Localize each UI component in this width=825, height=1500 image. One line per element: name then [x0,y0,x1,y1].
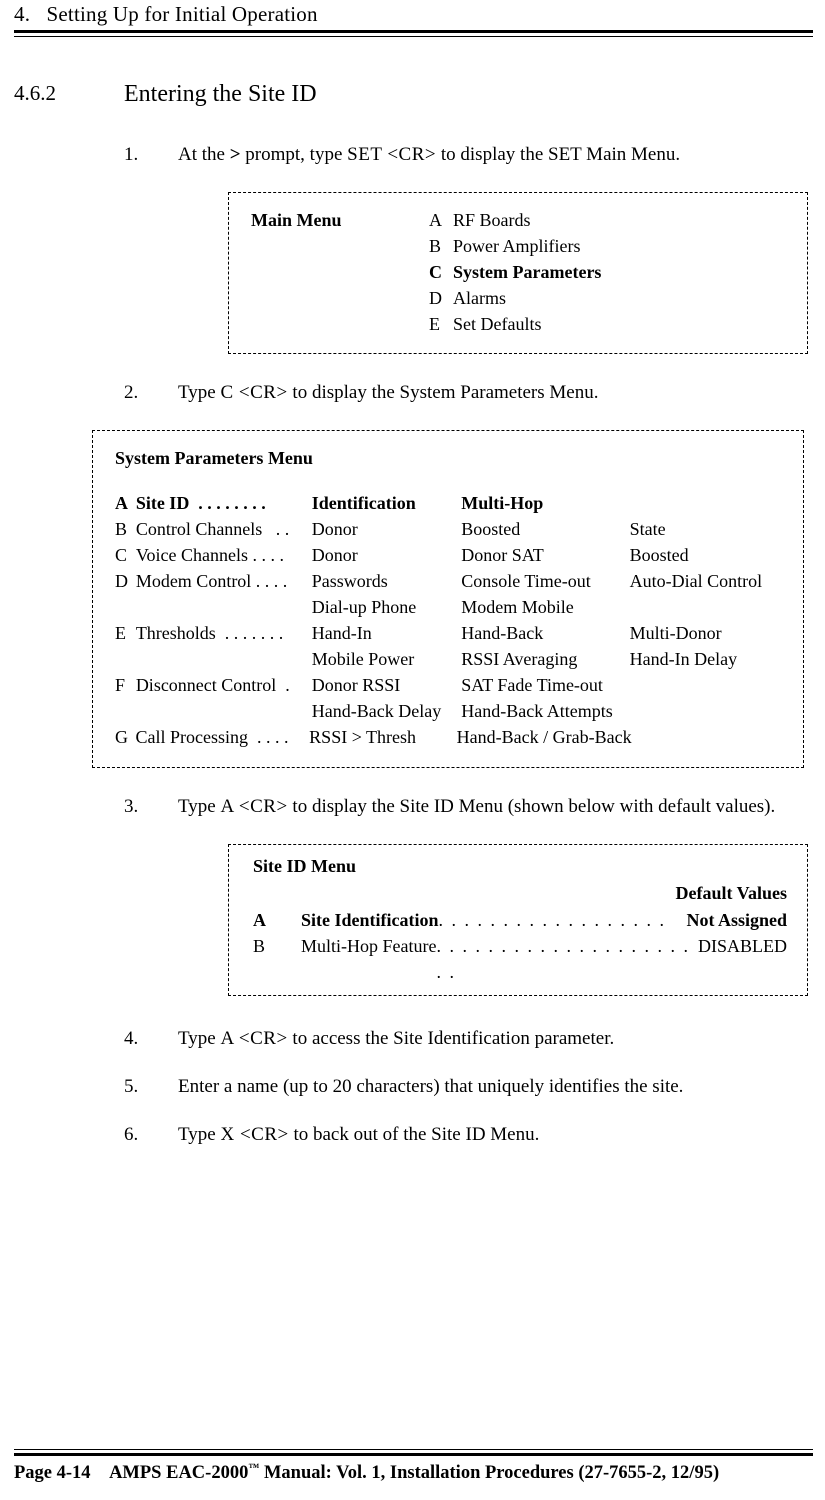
section-number: 4.6.2 [14,81,124,108]
step-num: 2. [124,382,178,404]
steps-list: 2. Type C <CR> to display the System Par… [124,382,813,404]
siteid-row: ASite Identification . . . . . . . . . .… [253,907,787,933]
step-2: 2. Type C <CR> to display the System Par… [124,382,813,404]
main-menu-item: ESet Defaults [429,311,601,337]
site-id-menu-box: Site ID Menu Default Values ASite Identi… [228,844,808,996]
step-6: 6. Type X <CR> to back out of the Site I… [124,1124,813,1146]
command: X <CR> [220,1124,288,1145]
sysmenu-row: ASite ID . . . . . . . .IdentificationMu… [115,490,781,516]
menu-label: System Parameters [453,259,601,285]
step-num: 6. [124,1124,178,1146]
default-values-header: Default Values [253,880,787,906]
siteid-value: DISABLED [694,933,787,985]
menu-key: A [429,207,453,233]
step-num: 5. [124,1076,178,1098]
step-body: Type A <CR> to access the Site Identific… [178,1028,813,1050]
menu-label: Power Amplifiers [453,233,581,259]
step-body: Type C <CR> to display the System Parame… [178,382,813,404]
chapter-num: 4. [14,2,30,26]
sysmenu-row: CVoice Channels . . . .DonorDonor SATBoo… [115,542,781,568]
sysmenu-row: GCall Processing . . . .RSSI > ThreshHan… [115,724,781,750]
system-parameters-box: System Parameters Menu ASite ID . . . . … [92,430,804,767]
step-num: 3. [124,796,178,818]
step-4: 4. Type A <CR> to access the Site Identi… [124,1028,813,1050]
main-menu-item: DAlarms [429,285,601,311]
footer-text: Page 4-14 AMPS EAC-2000™ Manual: Vol. 1,… [14,1462,813,1484]
steps-list: 3. Type A <CR> to display the Site ID Me… [124,796,813,818]
menu-label: Alarms [453,285,506,311]
main-menu-items: ARF BoardsBPower AmplifiersCSystem Param… [429,207,601,337]
section-title: Entering the Site ID [124,81,317,108]
step-5: 5. Enter a name (up to 20 characters) th… [124,1076,813,1098]
command: C <CR> [220,382,287,403]
siteid-key: A [253,907,301,933]
sysmenu-row: BControl Channels . .DonorBoostedState [115,516,781,542]
siteid-label: Multi-Hop Feature [301,933,436,985]
sysmenu-row: Dial-up PhoneModem Mobile [115,594,781,620]
siteid-key: B [253,933,301,985]
step-body: Enter a name (up to 20 characters) that … [178,1076,813,1098]
command: A <CR> [220,1028,287,1049]
page-footer: Page 4-14 AMPS EAC-2000™ Manual: Vol. 1,… [14,1449,813,1484]
section-heading: 4.6.2 Entering the Site ID [14,81,813,108]
menu-key: C [429,259,453,285]
footer-rule [14,1449,813,1456]
main-menu-item: CSystem Parameters [429,259,601,285]
step-num: 4. [124,1028,178,1050]
chapter-heading: 4. Setting Up for Initial Operation [14,2,813,27]
sysmenu-title: System Parameters Menu [115,445,781,471]
main-menu-item: BPower Amplifiers [429,233,601,259]
chapter-rule [14,30,813,37]
step-1: 1. At the > prompt, type SET <CR> to dis… [124,144,813,166]
siteid-label: Site Identification [301,907,439,933]
step-body: At the > prompt, type SET <CR> to displa… [178,144,813,166]
step-body: Type X <CR> to back out of the Site ID M… [178,1124,813,1146]
sysmenu-row: FDisconnect Control .Donor RSSISAT Fade … [115,672,781,698]
menu-key: B [429,233,453,259]
chapter-title: Setting Up for Initial Operation [47,2,318,26]
sysmenu-row: Mobile PowerRSSI AveragingHand-In Delay [115,646,781,672]
main-menu-item: ARF Boards [429,207,601,233]
steps-list: 1. At the > prompt, type SET <CR> to dis… [124,144,813,166]
main-menu-box: Main Menu ARF BoardsBPower AmplifiersCSy… [228,192,808,354]
command: A <CR> [220,796,287,817]
siteid-row: BMulti-Hop Feature . . . . . . . . . . .… [253,933,787,985]
menu-label: Set Defaults [453,311,541,337]
sysmenu-row: Hand-Back DelayHand-Back Attempts [115,698,781,724]
menu-label: RF Boards [453,207,531,233]
sysmenu-row: EThresholds . . . . . . .Hand-InHand-Bac… [115,620,781,646]
step-body: Type A <CR> to display the Site ID Menu … [178,796,813,818]
step-num: 1. [124,144,178,166]
step-3: 3. Type A <CR> to display the Site ID Me… [124,796,813,818]
siteid-rows: ASite Identification . . . . . . . . . .… [253,907,787,985]
sysmenu-rows: ASite ID . . . . . . . .IdentificationMu… [115,490,781,751]
sysmenu-row: DModem Control . . . .PasswordsConsole T… [115,568,781,594]
steps-list: 4. Type A <CR> to access the Site Identi… [124,1028,813,1146]
menu-key: E [429,311,453,337]
main-menu-title: Main Menu [251,207,429,337]
command: SET <CR> [347,144,436,165]
siteid-value: Not Assigned [682,907,787,933]
menu-key: D [429,285,453,311]
siteid-title: Site ID Menu [253,853,787,879]
